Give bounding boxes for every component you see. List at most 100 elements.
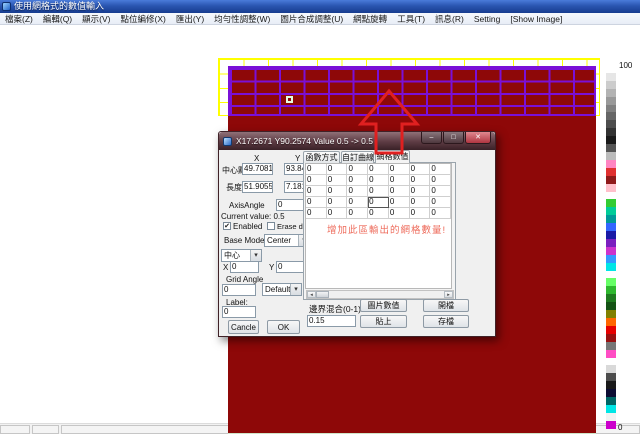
menu-item[interactable]: 點位編修(X) xyxy=(115,13,170,25)
annotation-text: 增加此區輸出的網格數量! xyxy=(327,222,446,236)
grid-cell[interactable]: 0 xyxy=(430,186,451,197)
menu-item[interactable]: 編輯(Q) xyxy=(38,13,77,25)
color-scale-stripe xyxy=(606,358,616,366)
grid-cell[interactable]: 0 xyxy=(410,164,431,175)
color-scale-stripe xyxy=(606,73,616,81)
scroll-right-icon[interactable]: ▸ xyxy=(444,291,453,298)
menu-item[interactable]: 工具(T) xyxy=(392,13,430,25)
horizontal-scrollbar[interactable]: ◂ ▸ xyxy=(306,290,454,299)
grid-cell[interactable]: 0 xyxy=(347,208,368,219)
tab-2[interactable]: 自訂曲線 xyxy=(341,151,374,163)
close-button[interactable]: ✕ xyxy=(465,132,491,144)
grid-cell[interactable]: 0 xyxy=(327,186,348,197)
center-x-field[interactable]: 49.7081 xyxy=(242,163,273,175)
grid-cell[interactable]: 0 xyxy=(368,186,389,197)
grid-cell[interactable]: 0 xyxy=(368,208,389,219)
open-file-button[interactable]: 開檔 xyxy=(423,299,469,312)
grid-cell[interactable]: 0 xyxy=(327,208,348,219)
grid-cell[interactable]: 0 xyxy=(389,208,410,219)
color-scale-stripe xyxy=(606,97,616,105)
grid-cell[interactable]: 0 xyxy=(410,175,431,186)
paste-button[interactable]: 貼上 xyxy=(360,315,407,328)
scrollbar-thumb[interactable] xyxy=(316,291,329,298)
offset-x-field[interactable]: 0 xyxy=(230,261,259,273)
color-scale-stripe xyxy=(606,381,616,389)
grid-cell[interactable]: 0 xyxy=(430,197,451,208)
color-scale-stripe xyxy=(606,365,616,373)
ok-button[interactable]: OK xyxy=(267,320,300,334)
menu-item[interactable]: 匯出(Y) xyxy=(171,13,209,25)
color-scale-stripe xyxy=(606,310,616,318)
status-segment xyxy=(0,425,30,434)
grid-cell[interactable]: 0 xyxy=(410,208,431,219)
menu-item[interactable]: 訊息(R) xyxy=(430,13,469,25)
grid-cell[interactable]: 0 xyxy=(347,186,368,197)
grid-angle-field[interactable]: 0 xyxy=(222,284,256,296)
grid-cell[interactable]: 0 xyxy=(389,186,410,197)
selected-point-marker[interactable] xyxy=(286,96,293,103)
color-scale-stripe xyxy=(606,112,616,120)
enabled-checkbox[interactable]: ✔ xyxy=(223,222,231,230)
color-scale-stripe xyxy=(606,278,616,286)
color-scale-stripe xyxy=(606,120,616,128)
grid-cell[interactable]: 0 xyxy=(306,175,327,186)
grid-cell[interactable]: 0 xyxy=(389,164,410,175)
purple-grid[interactable] xyxy=(228,66,596,116)
color-scale-stripe xyxy=(606,176,616,184)
offset-y-field[interactable]: 0 xyxy=(276,261,305,273)
color-scale-stripe xyxy=(606,136,616,144)
color-scale[interactable] xyxy=(606,65,616,429)
grid-cell[interactable]: 0 xyxy=(306,197,327,208)
grid-cell[interactable]: 0 xyxy=(389,197,410,208)
table-row: 0000000 xyxy=(306,197,451,208)
color-scale-stripe xyxy=(606,160,616,168)
offset-y-label: Y xyxy=(269,263,274,272)
label-field[interactable]: 0 xyxy=(222,306,256,318)
length-x-field[interactable]: 51.9055 xyxy=(242,181,273,193)
color-scale-stripe xyxy=(606,239,616,247)
grid-cell[interactable]: 0 xyxy=(306,186,327,197)
grid-angle-mode-select[interactable]: Default xyxy=(262,283,302,296)
color-scale-stripe xyxy=(606,294,616,302)
menu-item[interactable]: 均勻性調整(W) xyxy=(209,13,275,25)
tab-1[interactable]: 函數方式 xyxy=(303,151,340,163)
tab-3[interactable]: 網格數值 xyxy=(375,150,410,163)
grid-cell[interactable]: 0 xyxy=(410,186,431,197)
grid-cell[interactable]: 0 xyxy=(327,175,348,186)
image-values-button[interactable]: 圖片數值 xyxy=(360,299,407,312)
table-row: 0000000 xyxy=(306,175,451,186)
grid-cell[interactable]: 0 xyxy=(306,164,327,175)
menu-item[interactable]: 顯示(V) xyxy=(77,13,115,25)
menu-item[interactable]: 網點旋轉 xyxy=(348,13,392,25)
grid-cell[interactable]: 0 xyxy=(368,175,389,186)
grid-cell[interactable]: 0 xyxy=(347,175,368,186)
menu-item[interactable]: [Show Image] xyxy=(505,13,567,25)
color-scale-stripe xyxy=(606,152,616,160)
menu-item[interactable]: 圖片合成調整(U) xyxy=(275,13,348,25)
grid-cell[interactable]: 0 xyxy=(430,164,451,175)
minimize-button[interactable]: – xyxy=(421,132,442,144)
cancel-button[interactable]: Cancle xyxy=(228,320,259,334)
menu-item[interactable]: 檔案(Z) xyxy=(0,13,38,25)
menu-item[interactable]: Setting xyxy=(469,13,505,25)
grid-cell[interactable]: 0 xyxy=(410,197,431,208)
grid-cell[interactable]: 0 xyxy=(389,175,410,186)
grid-cell[interactable]: 0 xyxy=(368,164,389,175)
save-file-button[interactable]: 存檔 xyxy=(423,315,469,328)
grid-cell[interactable]: 0 xyxy=(327,197,348,208)
color-scale-min-label: 0 xyxy=(618,423,622,432)
grid-cell[interactable]: 0 xyxy=(347,164,368,175)
scroll-left-icon[interactable]: ◂ xyxy=(307,291,316,298)
grid-cell[interactable]: 0 xyxy=(327,164,348,175)
grid-cell[interactable]: 0 xyxy=(430,208,451,219)
maximize-button[interactable]: □ xyxy=(443,132,464,144)
color-scale-stripe xyxy=(606,342,616,350)
menu-bar: 檔案(Z)編輯(Q)顯示(V)點位編修(X)匯出(Y)均勻性調整(W)圖片合成調… xyxy=(0,13,640,25)
blend-field[interactable]: 0.15 xyxy=(307,315,356,327)
color-scale-stripe xyxy=(606,223,616,231)
erase-dots-checkbox[interactable] xyxy=(267,222,275,230)
grid-cell[interactable]: 0 xyxy=(430,175,451,186)
grid-cell[interactable]: 0 xyxy=(368,197,389,208)
grid-cell[interactable]: 0 xyxy=(347,197,368,208)
grid-cell[interactable]: 0 xyxy=(306,208,327,219)
